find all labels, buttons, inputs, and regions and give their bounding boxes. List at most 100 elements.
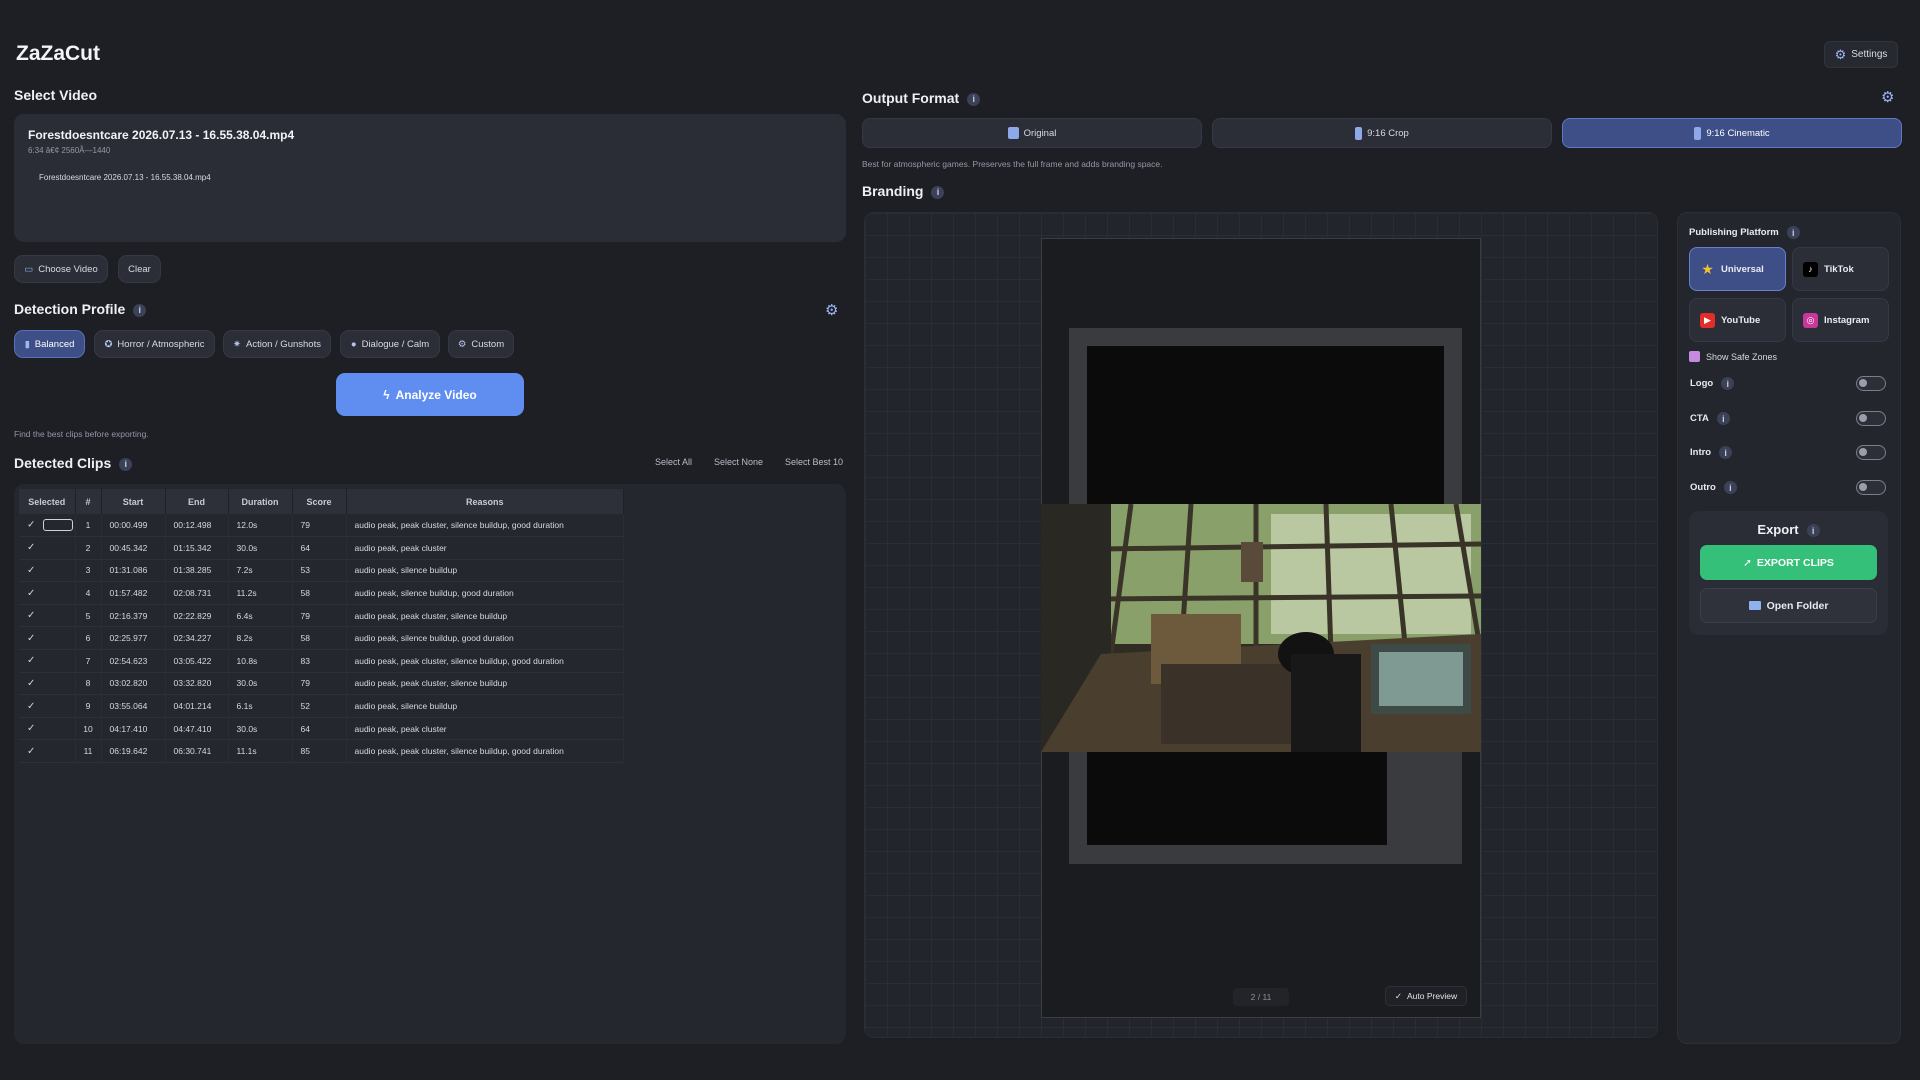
cta-toggle[interactable] bbox=[1856, 411, 1886, 426]
choose-video-button[interactable]: ▭ Choose Video bbox=[14, 255, 108, 283]
gear-icon: ⚙ bbox=[457, 338, 467, 350]
cell-dur: 12.0s bbox=[228, 514, 293, 538]
profile-custom[interactable]: ⚙ Custom bbox=[448, 330, 514, 358]
profile-dialogue[interactable]: ● Dialogue / Calm bbox=[340, 330, 440, 358]
cell-reasons: audio peak, silence buildup, good durati… bbox=[346, 626, 624, 651]
outro-toggle[interactable] bbox=[1856, 480, 1886, 495]
check-icon[interactable]: ✓ bbox=[27, 723, 35, 734]
row-selected-cell[interactable]: ✓ bbox=[19, 717, 76, 741]
table-row[interactable]: ✓ 2 00:45.342 01:15.342 30.0s 64 audio peak, p… bbox=[19, 536, 624, 560]
analyze-hint: Find the best clips before exporting. bbox=[14, 429, 149, 439]
check-icon[interactable]: ✓ bbox=[27, 678, 35, 689]
cell-score: 79 bbox=[292, 672, 347, 696]
cell-reasons: audio peak, silence buildup, good durati… bbox=[346, 581, 624, 605]
table-row[interactable]: ✓ 9 03:55.064 04:01.214 6.1s 52 audio peak, si… bbox=[19, 694, 624, 718]
profile-label: Dialogue / Calm bbox=[361, 338, 430, 350]
row-selected-cell[interactable]: ✓ bbox=[19, 739, 76, 764]
settings-button[interactable]: ⚙ Settings bbox=[1824, 41, 1898, 68]
row-selected-cell[interactable]: ✓ bbox=[19, 536, 76, 560]
select-all-button[interactable]: Select All bbox=[655, 457, 692, 467]
profile-label: Custom bbox=[471, 338, 505, 350]
format-gear-icon[interactable]: ⚙ bbox=[1881, 88, 1894, 106]
info-icon[interactable]: i bbox=[931, 185, 945, 199]
platform-youtube[interactable]: ▶ YouTube bbox=[1689, 298, 1786, 342]
row-selected-cell[interactable]: ✓ bbox=[19, 604, 76, 628]
format-crop[interactable]: 9:16 Crop bbox=[1212, 118, 1552, 148]
col-reasons[interactable]: Reasons bbox=[346, 489, 624, 514]
info-icon[interactable]: i bbox=[1721, 377, 1735, 390]
output-format-header: Output Format i bbox=[862, 90, 981, 106]
cell-end: 02:22.829 bbox=[165, 604, 229, 628]
format-original[interactable]: Original bbox=[862, 118, 1202, 148]
video-file-entry[interactable]: Forestdoesntcare 2026.07.13 - 16.55.38.0… bbox=[39, 173, 211, 182]
table-row[interactable]: ✓ 3 01:31.086 01:38.285 7.2s 53 audio peak, si… bbox=[19, 559, 624, 583]
cell-dur: 30.0s bbox=[228, 536, 293, 560]
platform-universal[interactable]: ★ Universal bbox=[1689, 247, 1786, 291]
table-row[interactable]: ✓ 10 04:17.410 04:47.410 30.0s 64 audio peak, … bbox=[19, 717, 624, 741]
platform-label: Instagram bbox=[1824, 314, 1870, 326]
toggle-label: Logo bbox=[1690, 378, 1714, 390]
clear-button[interactable]: Clear bbox=[118, 255, 161, 283]
table-row[interactable]: ✓ 6 02:25.977 02:34.227 8.2s 58 audio peak, si… bbox=[19, 626, 624, 651]
select-best-button[interactable]: Select Best 10 bbox=[785, 457, 843, 467]
check-icon[interactable]: ✓ bbox=[27, 610, 35, 621]
col-duration[interactable]: Duration bbox=[228, 489, 293, 514]
table-row[interactable]: ✓ 1 00:00.499 00:12.498 12.0s 79 audio peak, p… bbox=[19, 514, 624, 538]
profile-horror[interactable]: ✪ Horror / Atmospheric bbox=[94, 330, 215, 358]
check-icon[interactable]: ✓ bbox=[27, 588, 35, 599]
cell-n: 5 bbox=[75, 604, 102, 628]
info-icon[interactable]: i bbox=[119, 457, 133, 471]
settings-label: Settings bbox=[1851, 49, 1888, 60]
col-score[interactable]: Score bbox=[292, 489, 347, 514]
info-icon[interactable]: i bbox=[1723, 481, 1737, 494]
table-row[interactable]: ✓ 7 02:54.623 03:05.422 10.8s 83 audio peak, p… bbox=[19, 649, 624, 673]
check-icon[interactable]: ✓ bbox=[27, 701, 35, 712]
safe-zones-toggle[interactable]: Show Safe Zones bbox=[1689, 351, 1777, 362]
row-selected-cell[interactable]: ✓ bbox=[19, 626, 76, 651]
format-cinematic[interactable]: 9:16 Cinematic bbox=[1562, 118, 1902, 148]
row-selected-cell[interactable]: ✓ bbox=[19, 581, 76, 605]
auto-preview-toggle[interactable]: ✓ Auto Preview bbox=[1385, 986, 1467, 1006]
check-icon[interactable]: ✓ bbox=[27, 746, 35, 757]
col-end[interactable]: End bbox=[165, 489, 229, 514]
logo-toggle[interactable] bbox=[1856, 376, 1886, 391]
folder-icon bbox=[1748, 601, 1761, 610]
cell-end: 04:01.214 bbox=[165, 694, 229, 718]
col-start[interactable]: Start bbox=[101, 489, 166, 514]
table-row[interactable]: ✓ 8 03:02.820 03:32.820 30.0s 79 audio peak, p… bbox=[19, 672, 624, 696]
cell-reasons: audio peak, silence buildup bbox=[346, 559, 624, 583]
table-row[interactable]: ✓ 4 01:57.482 02:08.731 11.2s 58 audio peak, s… bbox=[19, 581, 624, 605]
check-icon[interactable]: ✓ bbox=[27, 655, 35, 666]
profile-action[interactable]: ✷ Action / Gunshots bbox=[223, 330, 331, 358]
row-selected-cell[interactable]: ✓ bbox=[19, 649, 76, 673]
check-icon[interactable]: ✓ bbox=[27, 633, 35, 644]
table-row[interactable]: ✓ 5 02:16.379 02:22.829 6.4s 79 audio peak, pe… bbox=[19, 604, 624, 628]
row-selected-cell[interactable]: ✓ bbox=[19, 694, 76, 718]
info-icon[interactable]: i bbox=[1719, 446, 1733, 459]
check-icon[interactable]: ✓ bbox=[27, 542, 35, 553]
info-icon[interactable]: i bbox=[1786, 226, 1800, 239]
row-selected-cell[interactable]: ✓ bbox=[19, 514, 76, 538]
check-icon[interactable]: ✓ bbox=[27, 519, 35, 530]
cell-score: 64 bbox=[292, 536, 347, 560]
select-none-button[interactable]: Select None bbox=[714, 457, 763, 467]
platform-tiktok[interactable]: ♪ TikTok bbox=[1792, 247, 1889, 291]
table-row[interactable]: ✓ 11 06:19.642 06:30.741 11.1s 85 audio peak, … bbox=[19, 739, 624, 764]
col-number[interactable]: # bbox=[75, 489, 102, 514]
platform-instagram[interactable]: ◎ Instagram bbox=[1792, 298, 1889, 342]
open-folder-button[interactable]: Open Folder bbox=[1700, 588, 1877, 623]
profile-gear-icon[interactable]: ⚙ bbox=[825, 301, 838, 319]
row-selected-cell[interactable]: ✓ bbox=[19, 559, 76, 583]
profile-balanced[interactable]: ▮ Balanced bbox=[14, 330, 85, 358]
col-selected[interactable]: Selected bbox=[19, 489, 76, 514]
export-clips-button[interactable]: ➚ EXPORT CLIPS bbox=[1700, 545, 1877, 580]
cell-end: 03:32.820 bbox=[165, 672, 229, 696]
intro-toggle[interactable] bbox=[1856, 445, 1886, 460]
info-icon[interactable]: i bbox=[967, 92, 981, 106]
info-icon[interactable]: i bbox=[1806, 524, 1820, 538]
row-selected-cell[interactable]: ✓ bbox=[19, 672, 76, 696]
info-icon[interactable]: i bbox=[1716, 412, 1730, 425]
analyze-video-button[interactable]: ϟ Analyze Video bbox=[336, 373, 524, 416]
check-icon[interactable]: ✓ bbox=[27, 565, 35, 576]
info-icon[interactable]: i bbox=[133, 303, 147, 317]
